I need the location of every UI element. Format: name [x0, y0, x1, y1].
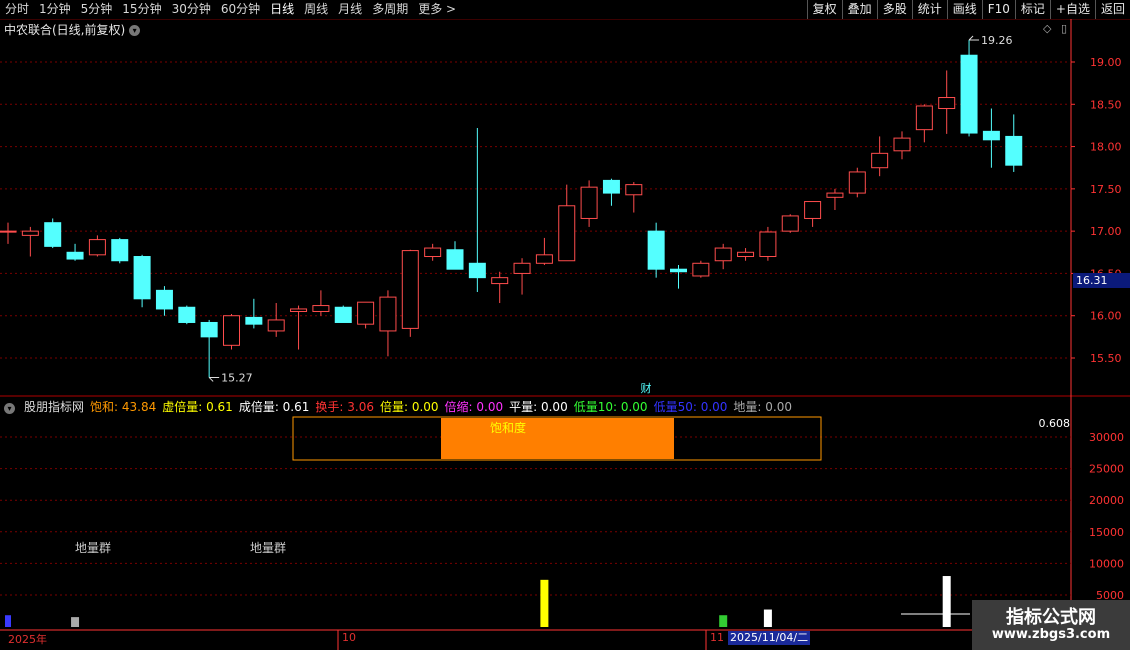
volume-bar-1 [71, 617, 80, 627]
high-price-label: 19.26 [981, 34, 1013, 47]
candle-body-15 [334, 306, 352, 323]
candle-body-30 [670, 268, 687, 273]
candle-body-9 [200, 321, 218, 338]
candle-body-0 [0, 230, 17, 233]
volume-tick-4: 25000 [1089, 463, 1124, 476]
time-tick-nov: 11 [710, 631, 724, 644]
volume-bar-5 [942, 576, 951, 627]
price-tick-0: 15.50 [1090, 352, 1122, 365]
candle-body-44 [982, 130, 1000, 141]
event-marker: 财 [641, 381, 652, 395]
candle-body-19 [424, 247, 442, 258]
candle-body-29 [647, 230, 665, 270]
indicator-item-9: 地量: 0.00 [733, 400, 792, 414]
candle-body-4 [88, 239, 106, 256]
candle-body-43 [960, 54, 978, 134]
candle-body-38 [848, 171, 866, 194]
volume-tick-1: 10000 [1089, 557, 1124, 570]
candle-body-18 [401, 250, 419, 329]
saturation-label: 饱和度 [490, 420, 526, 435]
candle-body-31 [692, 262, 710, 277]
volume-bar-0 [5, 615, 11, 627]
indicator-item-1: 虚倍量: 0.61 [162, 400, 233, 414]
candle-body-26 [580, 186, 598, 219]
volume-bar-3 [719, 615, 728, 627]
candle-body-21 [468, 262, 486, 279]
candle-body-23 [513, 262, 531, 274]
indicator-name[interactable]: 股朋指标网 [24, 400, 84, 414]
indicator-item-5: 倍缩: 0.00 [444, 400, 504, 414]
volume-tick-5: 30000 [1089, 431, 1124, 444]
candle-body-7 [155, 289, 173, 310]
saturation-fill [441, 418, 674, 459]
candle-body-32 [714, 247, 732, 262]
candle-body-25 [558, 205, 576, 262]
candle-body-34 [759, 231, 777, 258]
indicator-item-6: 平量: 0.00 [509, 400, 568, 414]
price-tick-5: 18.00 [1090, 141, 1122, 154]
candle-body-11 [245, 316, 263, 325]
candle-body-45 [1005, 135, 1023, 166]
indicator-item-0: 饱和: 43.84 [90, 400, 157, 414]
high-marker [968, 35, 980, 41]
indicator-item-4: 倍量: 0.00 [379, 400, 439, 414]
candle-body-40 [893, 137, 911, 152]
candle-body-27 [602, 179, 620, 194]
indicator-item-8: 低量50: 0.00 [653, 400, 728, 414]
candle-body-37 [826, 192, 844, 198]
candle-body-5 [111, 239, 129, 262]
candle-body-10 [223, 315, 240, 346]
indicator-legend: ▾ 股朋指标网 饱和: 43.84 虚倍量: 0.61 成倍量: 0.61 换手: 3.0… [4, 398, 798, 415]
price-tick-3: 17.00 [1090, 225, 1122, 238]
candle-body-35 [781, 215, 799, 232]
candle-body-2 [44, 222, 62, 247]
kline-chart[interactable]: 15.5016.0016.5017.0017.5018.0018.5019.00… [0, 0, 1130, 650]
candle-body-3 [66, 251, 84, 260]
saturation-value: 0.608 [1039, 417, 1071, 430]
watermark-url: www.zbgs3.com [991, 627, 1111, 642]
candle-body-14 [312, 305, 330, 312]
candle-body-1 [21, 230, 39, 236]
current-price-label: 16.31 [1073, 273, 1130, 288]
watermark: 指标公式网 www.zbgs3.com [972, 600, 1130, 650]
price-tick-1: 16.00 [1090, 310, 1122, 323]
volume-tick-3: 20000 [1089, 494, 1124, 507]
volume-bar-4 [763, 609, 772, 627]
candle-body-16 [357, 301, 375, 325]
time-tick-oct: 10 [342, 631, 356, 644]
indicator-item-7: 低量10: 0.00 [573, 400, 648, 414]
ground-label-1: 地量群 [250, 541, 286, 555]
candle-body-6 [133, 256, 151, 300]
candle-body-41 [915, 105, 933, 131]
candle-body-22 [491, 277, 509, 285]
cursor-date: 2025/11/04/二 [728, 631, 811, 645]
volume-tick-2: 15000 [1089, 526, 1124, 539]
candle-body-36 [804, 201, 822, 219]
candle-body-28 [625, 184, 643, 196]
candle-body-17 [379, 296, 397, 332]
candle-body-20 [446, 249, 464, 270]
watermark-title: 指标公式网 [1006, 607, 1096, 628]
candle-body-39 [871, 152, 889, 169]
volume-bar-2 [540, 579, 549, 627]
indicator-item-2: 成倍量: 0.61 [238, 400, 310, 414]
candle-body-24 [535, 254, 553, 264]
indicator-item-3: 换手: 3.06 [315, 400, 374, 414]
candle-body-8 [178, 306, 196, 323]
ground-label-0: 地量群 [75, 541, 111, 555]
price-tick-7: 19.00 [1090, 56, 1122, 69]
candle-body-33 [737, 251, 755, 258]
indicator-menu-icon[interactable]: ▾ [4, 400, 18, 414]
price-tick-6: 18.50 [1090, 98, 1122, 111]
low-marker [208, 376, 220, 382]
time-tick-year: 2025年 [8, 633, 47, 646]
candle-body-13 [290, 308, 308, 312]
price-tick-4: 17.50 [1090, 183, 1122, 196]
candle-body-42 [938, 97, 956, 110]
candle-body-12 [267, 319, 285, 332]
low-price-label: 15.27 [221, 371, 253, 384]
